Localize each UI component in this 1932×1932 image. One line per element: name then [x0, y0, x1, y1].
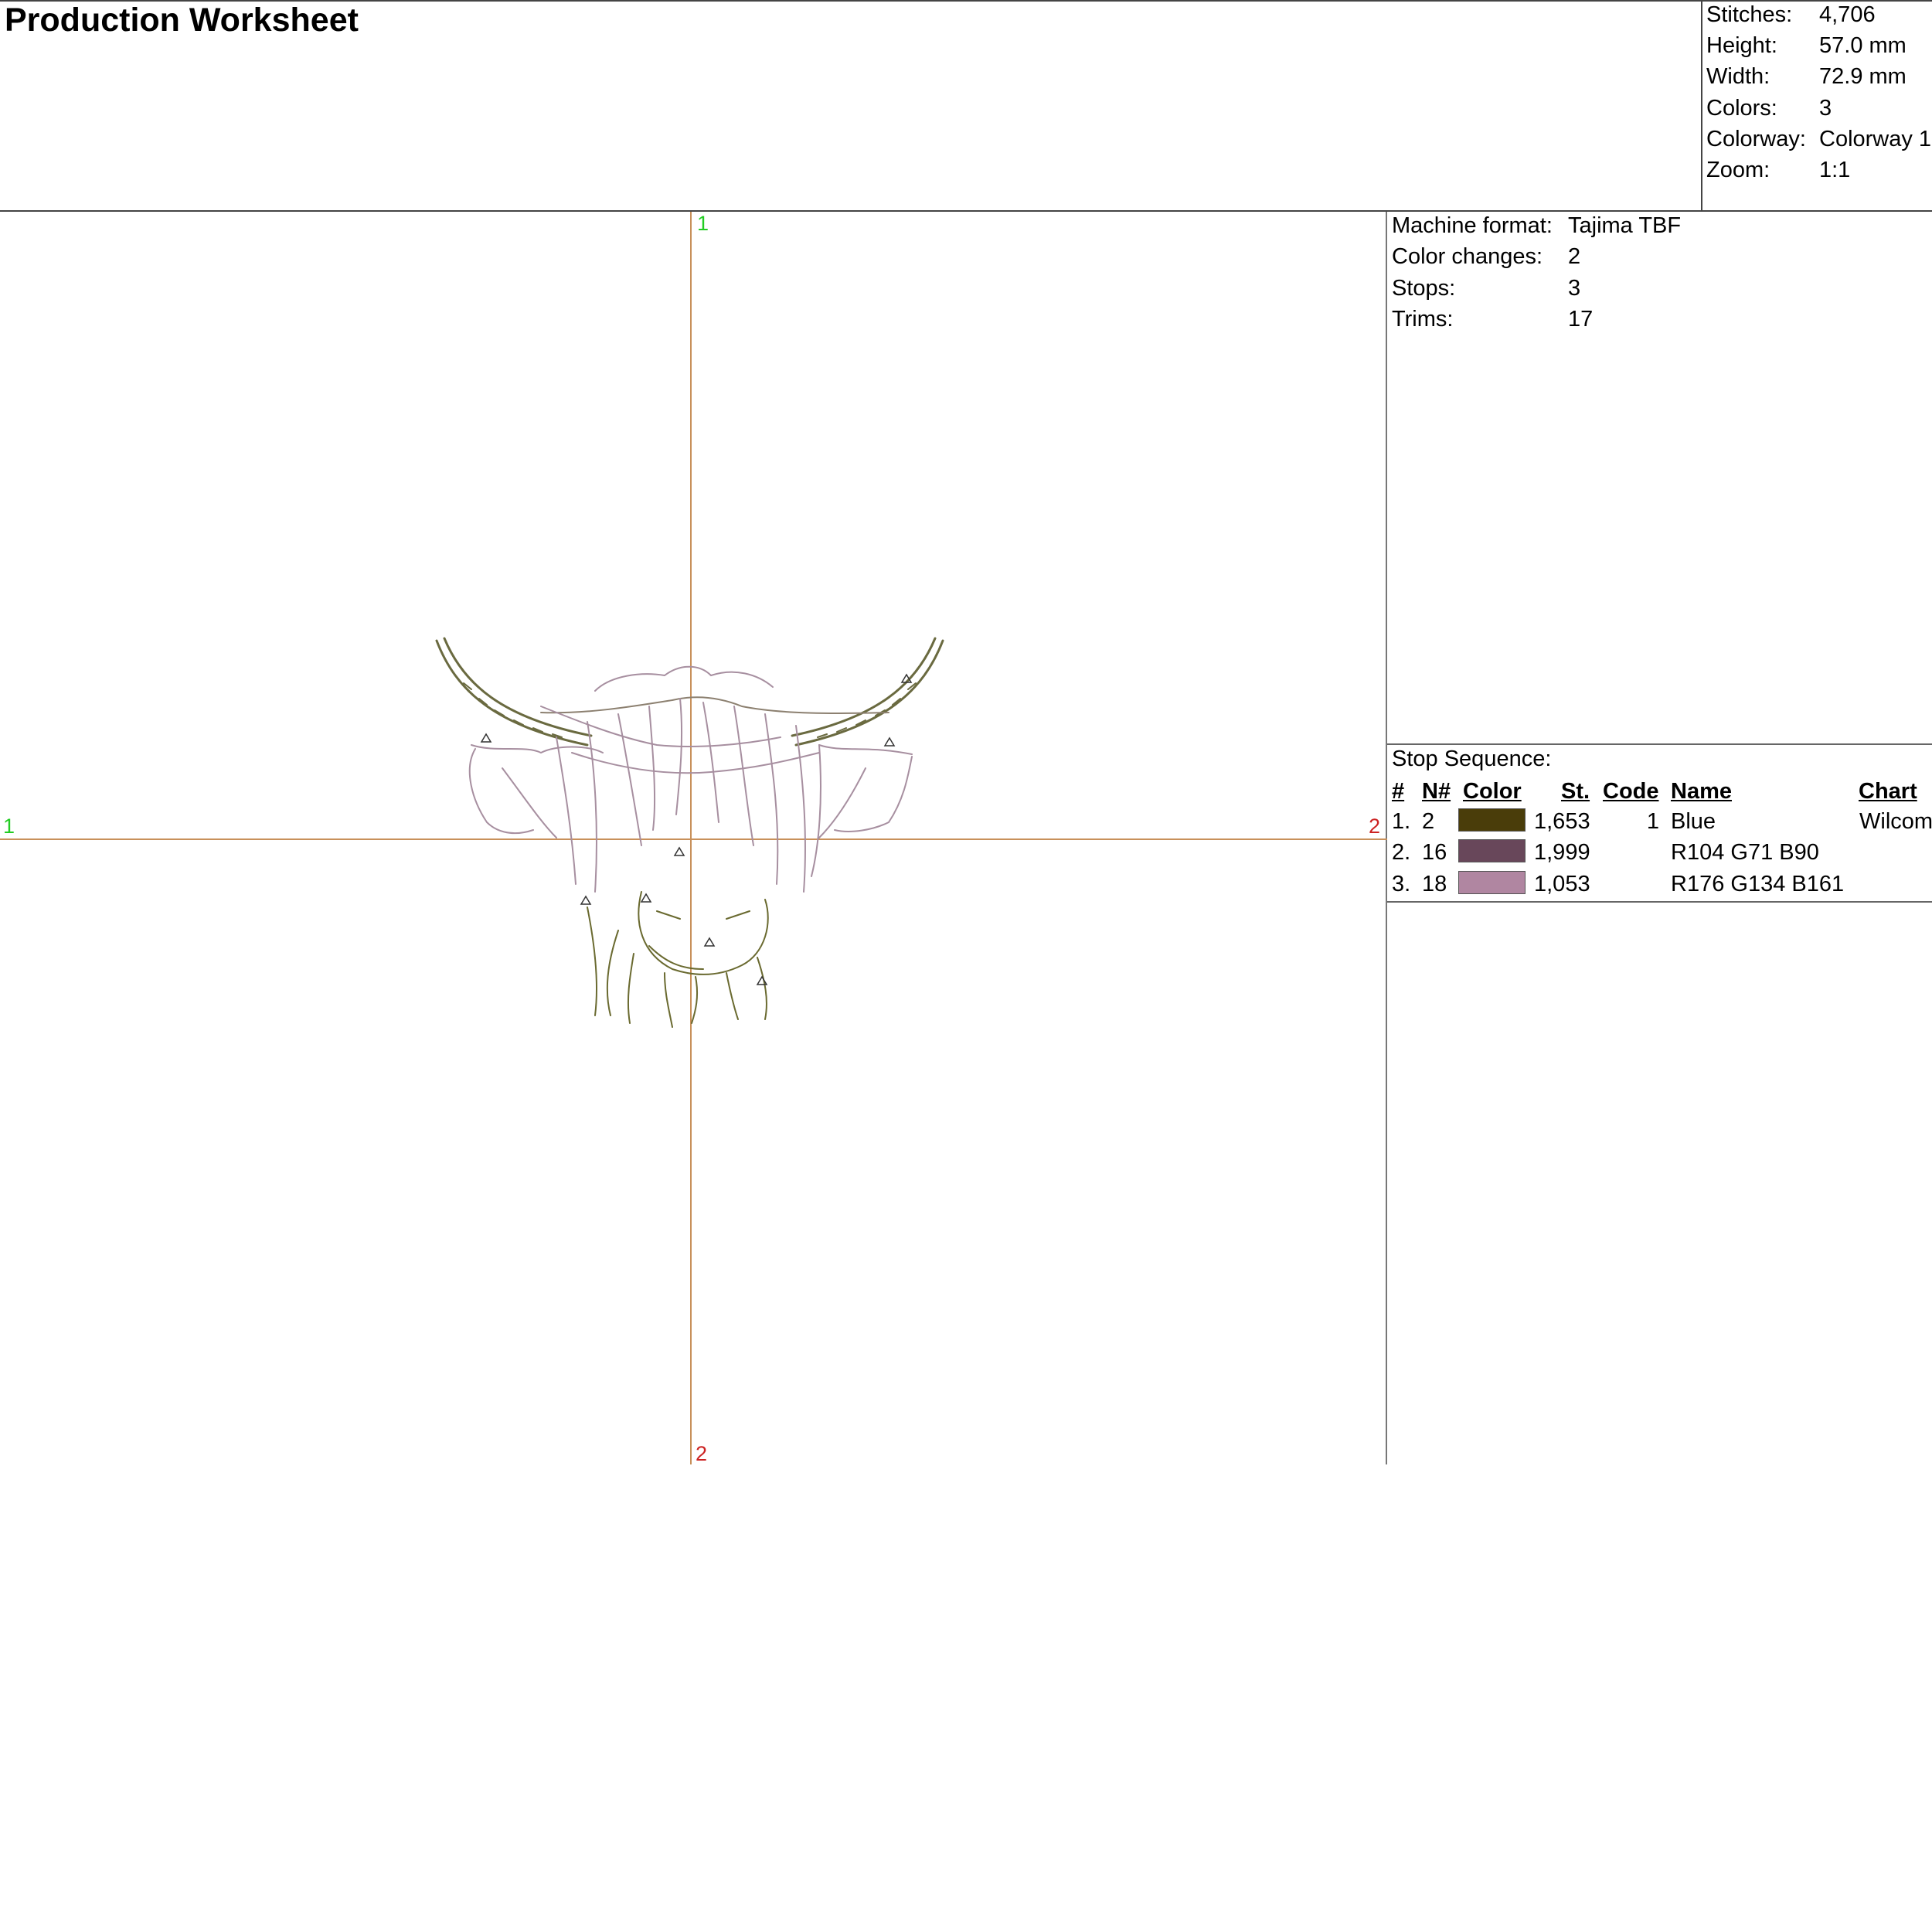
zoom-label: Zoom:	[1706, 158, 1770, 182]
design-canvas	[0, 212, 1387, 1464]
width-value: 72.9 mm	[1819, 64, 1906, 89]
table-row-code: 1	[1646, 809, 1659, 834]
col-header-index: #	[1392, 779, 1405, 804]
col-header-code: Code	[1603, 779, 1659, 804]
col-header-color: Color	[1463, 779, 1522, 804]
colorway-value: Colorway 1	[1819, 127, 1932, 151]
stop-sequence-title: Stop Sequence:	[1392, 747, 1552, 771]
width-label: Width:	[1706, 64, 1770, 89]
stops-label: Stops:	[1392, 276, 1456, 301]
stitch-stop-markers	[480, 673, 913, 985]
col-header-chart: Chart	[1859, 779, 1917, 804]
table-row-stitches: 1,053	[1534, 872, 1590, 896]
machine-format-label: Machine format:	[1392, 213, 1553, 238]
zoom-value: 1:1	[1819, 158, 1851, 182]
axis-top-label: 1	[697, 212, 709, 235]
col-header-stitches: St.	[1561, 779, 1590, 804]
colors-value: 3	[1819, 96, 1832, 121]
horns-stitching	[435, 637, 944, 747]
stitches-value: 4,706	[1819, 2, 1876, 27]
page-title: Production Worksheet	[5, 2, 359, 39]
table-row-name: Blue	[1671, 809, 1716, 834]
table-row-index: 3.	[1392, 872, 1411, 896]
table-row-name: R176 G134 B161	[1671, 872, 1845, 896]
colorway-label: Colorway:	[1706, 127, 1806, 151]
table-row-needle: 18	[1422, 872, 1447, 896]
table-row-stitches: 1,653	[1534, 809, 1590, 834]
height-value: 57.0 mm	[1819, 33, 1906, 58]
stops-value: 3	[1568, 276, 1581, 301]
muzzle-stitching	[587, 891, 769, 1028]
axis-left-label: 1	[3, 815, 15, 838]
color-changes-label: Color changes:	[1392, 244, 1543, 269]
axis-bottom-label: 2	[696, 1442, 708, 1465]
height-label: Height:	[1706, 33, 1777, 58]
color-changes-value: 2	[1568, 244, 1581, 269]
table-row-stitches: 1,999	[1534, 840, 1590, 865]
table-row-index: 1.	[1392, 809, 1411, 834]
highland-cow-embroidery-design	[435, 637, 944, 1028]
table-row-index: 2.	[1392, 840, 1411, 865]
table-row-chart: Wilcom	[1859, 809, 1932, 834]
col-header-name: Name	[1671, 779, 1732, 804]
table-row-name: R104 G71 B90	[1671, 840, 1819, 865]
color-swatch	[1458, 808, 1526, 832]
machine-format-value: Tajima TBF	[1568, 213, 1682, 238]
table-row-needle: 16	[1422, 840, 1447, 865]
table-row-needle: 2	[1422, 809, 1435, 834]
col-header-needle: N#	[1422, 779, 1451, 804]
trims-label: Trims:	[1392, 307, 1454, 332]
colors-label: Colors:	[1706, 96, 1777, 121]
color-swatch	[1458, 839, 1526, 862]
axis-right-label: 2	[1369, 815, 1381, 838]
stitches-label: Stitches:	[1706, 2, 1793, 27]
trims-value: 17	[1568, 307, 1594, 332]
color-swatch	[1458, 871, 1526, 894]
